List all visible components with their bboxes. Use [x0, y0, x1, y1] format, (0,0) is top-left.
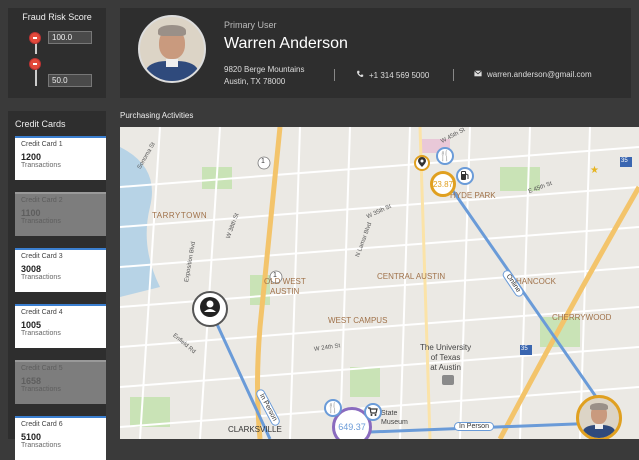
neighborhood-label: CLARKSVILLE: [228, 425, 282, 434]
user-map-avatar[interactable]: [576, 395, 622, 439]
mail-icon: [474, 70, 482, 79]
card-count: 3008: [21, 264, 42, 274]
activities-title: Purchasing Activities: [120, 111, 194, 120]
highway-1-label: 1: [261, 158, 265, 165]
cart-icon: [368, 403, 378, 421]
upper-slider-handle[interactable]: [29, 32, 41, 44]
card-count: 5100: [21, 432, 42, 442]
fork-knife-icon: 🍴: [438, 150, 452, 162]
activity-map[interactable]: 1 1 35 35 TARRYTOWN OLD WEST AUSTIN CENT…: [120, 127, 639, 439]
card-label: Transactions: [21, 162, 61, 169]
highway-35-label: 35: [621, 158, 628, 164]
route-label-in-person: In Person: [454, 422, 494, 431]
fraud-risk-panel: Fraud Risk Score 100.0 50.0: [8, 8, 106, 98]
highway-35-label: 35: [521, 346, 528, 352]
neighborhood-label: AUSTIN: [270, 287, 300, 296]
poi-university-line: of Texas: [430, 353, 461, 362]
poi-museum: State Museum: [381, 409, 408, 427]
fuel-transaction-marker[interactable]: 23.87: [430, 171, 456, 197]
card-name: Credit Card 3: [21, 253, 63, 260]
card-label: Transactions: [21, 274, 61, 281]
shopping-cart-marker[interactable]: [364, 403, 382, 421]
poi-museum-line: Museum: [381, 419, 408, 426]
location-pin-marker[interactable]: [414, 155, 430, 171]
poi-university: The University of Texas at Austin: [420, 343, 471, 373]
credit-card-5[interactable]: Credit Card 5 1658 Transactions: [15, 360, 106, 404]
fork-knife-icon: 🍴: [326, 402, 340, 414]
card-label: Transactions: [21, 442, 61, 449]
poi-museum-line: State: [381, 410, 398, 417]
card-label: Transactions: [21, 218, 61, 225]
gas-station-marker[interactable]: [456, 167, 474, 185]
card-count: 1005: [21, 320, 42, 330]
user-location-marker[interactable]: [192, 291, 228, 327]
fuel-pump-icon: [461, 167, 469, 185]
lower-slider-track: [35, 68, 37, 86]
location-pin-icon: [418, 154, 426, 172]
credit-card-4[interactable]: Credit Card 4 1005 Transactions: [15, 304, 106, 348]
user-name: Warren Anderson: [224, 35, 348, 52]
upper-threshold-input[interactable]: 100.0: [48, 31, 92, 44]
neighborhood-label: OLD WEST: [264, 277, 306, 286]
neighborhood-label: CHERRYWOOD: [552, 313, 612, 322]
credit-cards-panel: Credit Cards Credit Card 1 1200 Transact…: [8, 111, 106, 460]
user-header: Primary User Warren Anderson 9820 Berge …: [120, 8, 631, 98]
university-icon: [442, 375, 454, 385]
credit-card-1[interactable]: Credit Card 1 1200 Transactions: [15, 136, 106, 180]
divider: [334, 69, 335, 81]
card-name: Credit Card 5: [21, 365, 63, 372]
email-text: warren.anderson@gmail.com: [487, 70, 592, 79]
card-count: 1658: [21, 376, 42, 386]
neighborhood-label: HYDE PARK: [450, 191, 496, 200]
map-base: [120, 127, 639, 439]
user-role: Primary User: [224, 20, 277, 30]
person-icon: [199, 296, 221, 323]
restaurant-marker[interactable]: 🍴: [324, 399, 342, 417]
card-name: Credit Card 6: [21, 421, 63, 428]
phone-text: +1 314 569 5000: [369, 70, 430, 80]
user-address: 9820 Berge Mountains Austin, TX 78000: [224, 64, 305, 88]
neighborhood-label: HANCOCK: [516, 277, 557, 286]
restaurant-marker[interactable]: 🍴: [436, 147, 454, 165]
credit-card-2[interactable]: Credit Card 2 1100 Transactions: [15, 192, 106, 236]
card-count: 1200: [21, 152, 42, 162]
card-name: Credit Card 4: [21, 309, 63, 316]
shop-amount: 649.37: [338, 422, 366, 432]
divider: [453, 69, 454, 81]
fuel-amount: 23.87: [432, 179, 454, 189]
poi-university-line: The University: [420, 343, 472, 352]
card-label: Transactions: [21, 386, 61, 393]
card-label: Transactions: [21, 330, 61, 337]
credit-card-6[interactable]: Credit Card 6 5100 Transactions: [15, 416, 106, 460]
lower-slider-handle[interactable]: [29, 58, 41, 70]
star-icon: ★: [590, 165, 599, 176]
address-line2: Austin, TX 78000: [224, 77, 286, 86]
fraud-risk-title: Fraud Risk Score: [22, 12, 92, 22]
card-name: Credit Card 1: [21, 141, 63, 148]
card-name: Credit Card 2: [21, 197, 63, 204]
address-line1: 9820 Berge Mountains: [224, 65, 305, 74]
credit-cards-title: Credit Cards: [15, 119, 66, 129]
neighborhood-label: CENTRAL AUSTIN: [377, 272, 446, 281]
poi-university-line: at Austin: [430, 363, 461, 372]
user-avatar: [138, 15, 206, 83]
credit-card-3[interactable]: Credit Card 3 3008 Transactions: [15, 248, 106, 292]
neighborhood-label: TARRYTOWN: [152, 211, 208, 220]
phone-icon: [356, 70, 364, 80]
user-phone[interactable]: +1 314 569 5000: [356, 70, 429, 80]
lower-threshold-input[interactable]: 50.0: [48, 74, 92, 87]
user-email[interactable]: warren.anderson@gmail.com: [474, 70, 592, 79]
neighborhood-label: WEST CAMPUS: [328, 316, 388, 325]
card-count: 1100: [21, 208, 41, 218]
